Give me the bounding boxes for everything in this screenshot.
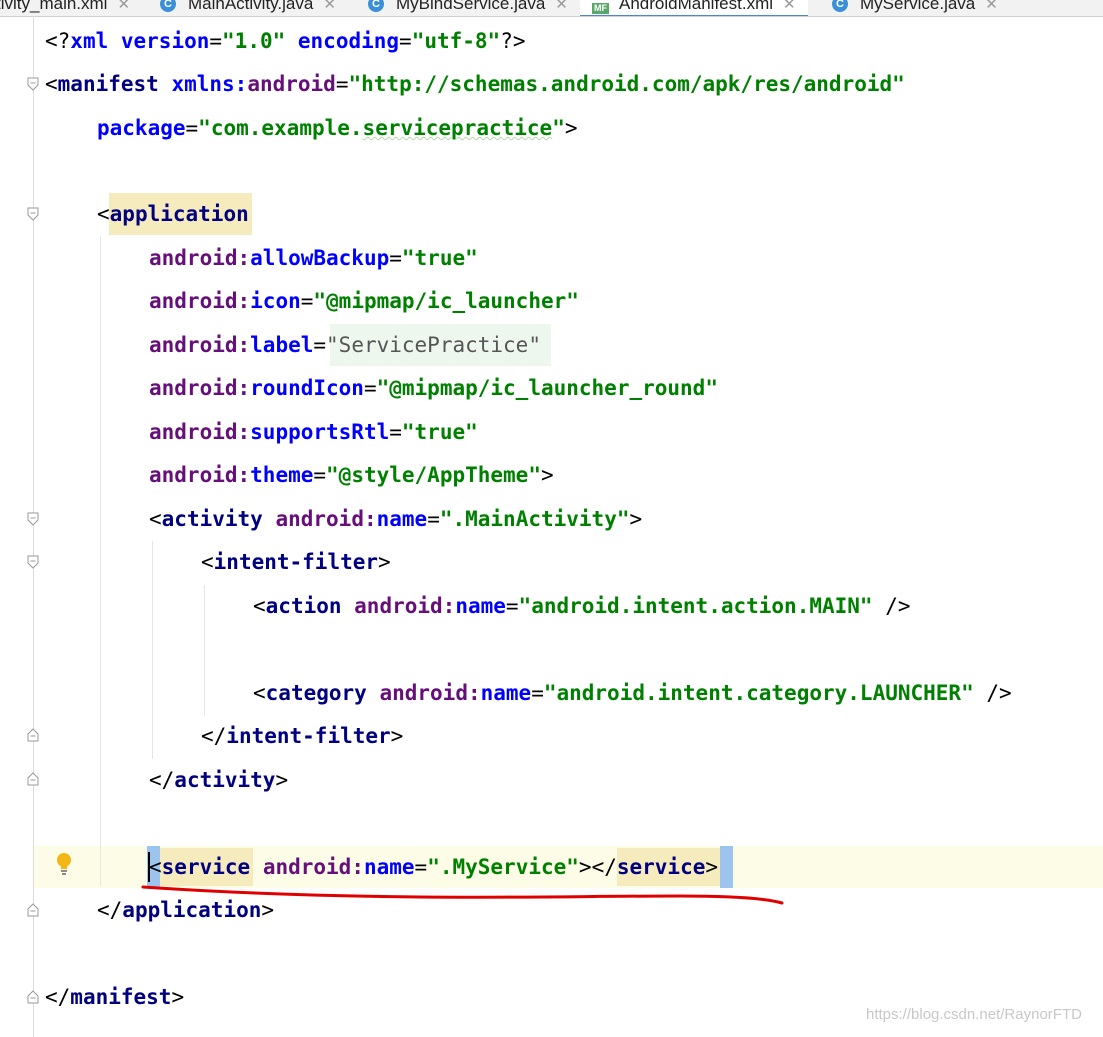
red-annotation-underline (141, 885, 784, 905)
watermark-text: https://blog.csdn.net/RaynorFTD (866, 1006, 1082, 1023)
